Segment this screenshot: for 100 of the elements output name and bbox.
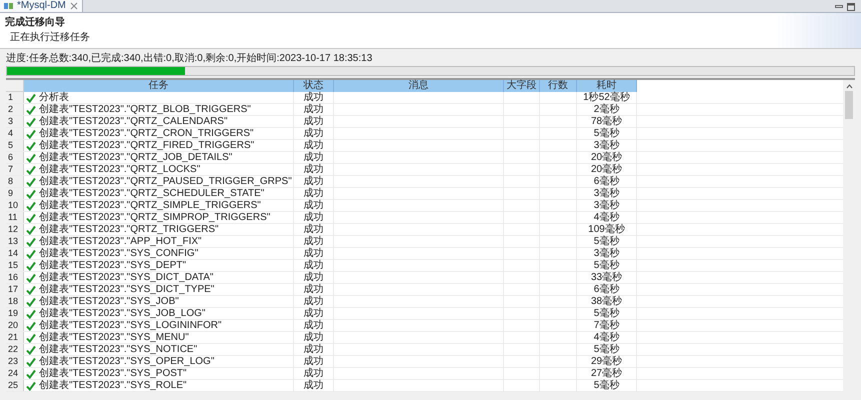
status-cell: 成功	[304, 164, 324, 175]
duration-cell: 29毫秒	[590, 356, 622, 367]
duration-cell: 109毫秒	[588, 224, 625, 235]
task-cell: 创建表"TEST2023"."QRTZ_FIRED_TRIGGERS"	[39, 140, 254, 151]
row-number: 4	[6, 128, 24, 139]
row-number: 13	[6, 236, 24, 247]
status-cell: 成功	[304, 248, 324, 259]
task-cell: 创建表"TEST2023"."SYS_JOB"	[39, 296, 179, 307]
duration-cell: 3毫秒	[594, 200, 620, 211]
duration-cell: 3毫秒	[594, 188, 620, 199]
duration-cell: 20毫秒	[590, 152, 622, 163]
status-cell: 成功	[304, 224, 324, 235]
status-cell: 成功	[304, 176, 324, 187]
duration-cell: 33毫秒	[590, 272, 622, 283]
status-cell: 成功	[304, 272, 324, 283]
row-number: 14	[6, 248, 24, 259]
row-number: 9	[6, 188, 24, 199]
task-cell: 创建表"TEST2023"."SYS_DICT_DATA"	[39, 272, 214, 283]
task-cell: 创建表"TEST2023"."SYS_MENU"	[39, 332, 189, 343]
task-cell: 创建表"TEST2023"."QRTZ_CRON_TRIGGERS"	[39, 128, 254, 139]
task-cell: 创建表"TEST2023"."SYS_OPER_LOG"	[39, 356, 214, 367]
task-cell: 创建表"TEST2023"."QRTZ_SCHEDULER_STATE"	[39, 188, 264, 199]
duration-cell: 5毫秒	[594, 128, 620, 139]
column-header[interactable]: 状态	[294, 80, 334, 92]
status-cell: 成功	[304, 236, 324, 247]
row-number: 11	[6, 212, 24, 223]
column-header[interactable]: 大字段	[504, 80, 540, 92]
progress-text: 进度:任务总数:340,已完成:340,出错:0,取消:0,剩余:0,开始时间:2023-10-17 18:35:13	[6, 53, 374, 65]
task-cell: 创建表"TEST2023"."SYS_NOTICE"	[39, 344, 198, 355]
row-number: 18	[6, 296, 24, 307]
row-number: 7	[6, 164, 24, 175]
row-number: 8	[6, 176, 24, 187]
status-cell: 成功	[304, 320, 324, 331]
scroll-up-icon[interactable]	[846, 83, 852, 89]
column-header[interactable]: 行数	[540, 80, 577, 92]
row-number: 25	[6, 380, 24, 391]
task-cell: 创建表"TEST2023"."QRTZ_JOB_DETAILS"	[39, 152, 232, 163]
status-cell: 成功	[304, 116, 324, 127]
status-cell: 成功	[304, 296, 324, 307]
header-corner	[6, 80, 24, 92]
status-cell: 成功	[304, 356, 324, 367]
task-cell: 分析表	[39, 92, 69, 103]
row-number: 23	[6, 356, 24, 367]
status-cell: 成功	[304, 140, 324, 151]
duration-cell: 5毫秒	[594, 260, 620, 271]
column-header[interactable]: 耗时	[577, 80, 637, 92]
task-cell: 创建表"TEST2023"."QRTZ_LOCKS"	[39, 164, 200, 175]
status-cell: 成功	[304, 284, 324, 295]
status-cell: 成功	[304, 380, 324, 391]
wizard-title: 完成迁移向导	[5, 16, 66, 29]
row-number: 1	[6, 92, 24, 103]
row-number: 10	[6, 200, 24, 211]
task-cell: 创建表"TEST2023"."SYS_DICT_TYPE"	[39, 284, 214, 295]
duration-cell: 6毫秒	[594, 176, 620, 187]
duration-cell: 4毫秒	[594, 332, 620, 343]
editor-tab[interactable]: *Mysql-DM	[0, 0, 83, 12]
row-number: 5	[6, 140, 24, 151]
row-number: 22	[6, 344, 24, 355]
status-cell: 成功	[304, 260, 324, 271]
duration-cell: 3毫秒	[594, 140, 620, 151]
duration-cell: 3毫秒	[594, 248, 620, 259]
task-cell: 创建表"TEST2023"."QRTZ_SIMPLE_TRIGGERS"	[39, 200, 261, 211]
task-cell: 创建表"TEST2023"."APP_HOT_FIX"	[39, 236, 202, 247]
task-cell: 创建表"TEST2023"."QRTZ_PAUSED_TRIGGER_GRPS"	[39, 176, 292, 187]
task-cell: 创建表"TEST2023"."SYS_LOGININFOR"	[39, 320, 222, 331]
task-cell: 创建表"TEST2023"."SYS_ROLE"	[39, 380, 187, 391]
duration-cell: 20毫秒	[590, 164, 622, 175]
row-number: 15	[6, 260, 24, 271]
status-cell: 成功	[304, 92, 324, 103]
status-cell: 成功	[304, 212, 324, 223]
tab-title: *Mysql-DM	[17, 0, 66, 12]
task-cell: 创建表"TEST2023"."SYS_JOB_LOG"	[39, 308, 206, 319]
task-cell: 创建表"TEST2023"."SYS_DEPT"	[39, 260, 186, 271]
status-cell: 成功	[304, 152, 324, 163]
task-cell: 创建表"TEST2023"."QRTZ_CALENDARS"	[39, 116, 228, 127]
duration-cell: 1秒52毫秒	[583, 92, 630, 103]
status-cell: 成功	[304, 200, 324, 211]
status-cell: 成功	[304, 128, 324, 139]
column-header[interactable]: 消息	[334, 80, 504, 92]
task-cell: 创建表"TEST2023"."QRTZ_TRIGGERS"	[39, 224, 219, 235]
row-number: 20	[6, 320, 24, 331]
row-number: 16	[6, 272, 24, 283]
status-cell: 成功	[304, 344, 324, 355]
row-number: 6	[6, 152, 24, 163]
duration-cell: 5毫秒	[594, 308, 620, 319]
task-cell: 创建表"TEST2023"."SYS_POST"	[39, 368, 187, 379]
duration-cell: 27毫秒	[590, 368, 622, 379]
row-number: 2	[6, 104, 24, 115]
duration-cell: 78毫秒	[590, 116, 622, 127]
status-cell: 成功	[304, 368, 324, 379]
duration-cell: 5毫秒	[594, 380, 620, 391]
scroll-thumb[interactable]	[845, 91, 853, 119]
column-header[interactable]: 任务	[24, 80, 294, 92]
maximize-icon[interactable]	[847, 3, 855, 11]
minimize-icon[interactable]	[835, 4, 843, 10]
duration-cell: 38毫秒	[590, 296, 622, 307]
close-icon[interactable]	[70, 2, 78, 10]
duration-cell: 7毫秒	[594, 320, 620, 331]
wizard-subtitle: 正在执行迁移任务	[9, 30, 91, 44]
row-number: 17	[6, 284, 24, 295]
